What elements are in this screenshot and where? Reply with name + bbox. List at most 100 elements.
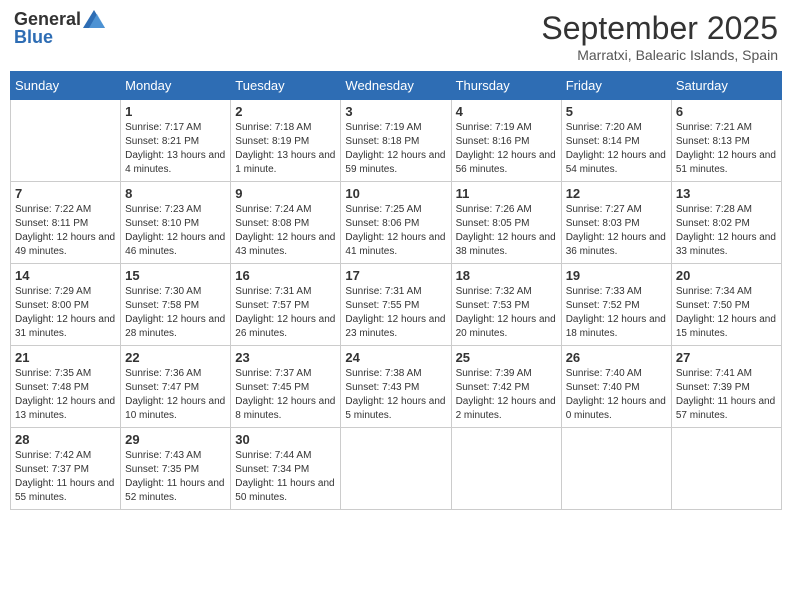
day-number: 13: [676, 186, 777, 201]
calendar-cell: 12Sunrise: 7:27 AMSunset: 8:03 PMDayligh…: [561, 182, 671, 264]
day-info: Sunrise: 7:22 AMSunset: 8:11 PMDaylight:…: [15, 203, 116, 259]
day-info: Sunrise: 7:21 AMSunset: 8:13 PMDaylight:…: [676, 121, 777, 177]
calendar-cell: 14 Sunrise: 7:29 AMSunset: 8:00 PMDayligh…: [11, 264, 121, 346]
calendar-cell: [561, 428, 671, 510]
day-number: 22: [125, 350, 226, 365]
day-info: Sunrise: 7:42 AMSunset: 7:37 PMDaylight:…: [15, 449, 116, 505]
calendar-cell: [341, 428, 451, 510]
day-info: Sunrise: 7:25 AMSunset: 8:06 PMDaylight:…: [345, 203, 446, 259]
weekday-header: Thursday: [451, 72, 561, 100]
calendar-week-row: 7 Sunrise: 7:22 AMSunset: 8:11 PMDaylight…: [11, 182, 782, 264]
day-number: 1: [125, 104, 226, 119]
day-info: Sunrise: 7:43 AMSunset: 7:35 PMDaylight:…: [125, 449, 226, 505]
calendar-cell: 25 Sunrise: 7:39 AMSunset: 7:42 PMDayligh…: [451, 346, 561, 428]
location-subtitle: Marratxi, Balearic Islands, Spain: [541, 47, 778, 63]
day-number: 26: [566, 350, 667, 365]
day-number: 19: [566, 268, 667, 283]
calendar-cell: 26Sunrise: 7:40 AMSunset: 7:40 PMDayligh…: [561, 346, 671, 428]
day-info: Sunrise: 7:23 AMSunset: 8:10 PMDaylight:…: [125, 203, 226, 259]
calendar-cell: 4 Sunrise: 7:19 AMSunset: 8:16 PMDaylight…: [451, 100, 561, 182]
calendar-table: SundayMondayTuesdayWednesdayThursdayFrid…: [10, 71, 782, 510]
day-info: Sunrise: 7:33 AMSunset: 7:52 PMDaylight:…: [566, 285, 667, 341]
calendar-cell: [671, 428, 781, 510]
calendar-cell: [11, 100, 121, 182]
day-info: Sunrise: 7:36 AMSunset: 7:47 PMDaylight:…: [125, 367, 226, 423]
calendar-cell: 1 Sunrise: 7:17 AMSunset: 8:21 PMDaylight…: [121, 100, 231, 182]
calendar-week-row: 14 Sunrise: 7:29 AMSunset: 8:00 PMDayligh…: [11, 264, 782, 346]
day-info: Sunrise: 7:37 AMSunset: 7:45 PMDaylight:…: [235, 367, 336, 423]
calendar-cell: 30 Sunrise: 7:44 AMSunset: 7:34 PMDayligh…: [231, 428, 341, 510]
calendar-cell: 10Sunrise: 7:25 AMSunset: 8:06 PMDayligh…: [341, 182, 451, 264]
weekday-header: Saturday: [671, 72, 781, 100]
calendar-cell: 18 Sunrise: 7:32 AMSunset: 7:53 PMDayligh…: [451, 264, 561, 346]
day-number: 6: [676, 104, 777, 119]
day-number: 23: [235, 350, 336, 365]
day-info: Sunrise: 7:24 AMSunset: 8:08 PMDaylight:…: [235, 203, 336, 259]
day-number: 7: [15, 186, 116, 201]
day-info: Sunrise: 7:38 AMSunset: 7:43 PMDaylight:…: [345, 367, 446, 423]
day-number: 4: [456, 104, 557, 119]
logo: General Blue: [14, 10, 105, 48]
day-info: Sunrise: 7:26 AMSunset: 8:05 PMDaylight:…: [456, 203, 557, 259]
day-number: 27: [676, 350, 777, 365]
calendar-cell: 20 Sunrise: 7:34 AMSunset: 7:50 PMDayligh…: [671, 264, 781, 346]
day-number: 21: [15, 350, 116, 365]
day-info: Sunrise: 7:28 AMSunset: 8:02 PMDaylight:…: [676, 203, 777, 259]
calendar-week-row: 21Sunrise: 7:35 AMSunset: 7:48 PMDayligh…: [11, 346, 782, 428]
calendar-cell: 28 Sunrise: 7:42 AMSunset: 7:37 PMDayligh…: [11, 428, 121, 510]
logo-blue: Blue: [14, 28, 105, 48]
day-number: 25: [456, 350, 557, 365]
day-number: 28: [15, 432, 116, 447]
day-info: Sunrise: 7:18 AMSunset: 8:19 PMDaylight:…: [235, 121, 336, 177]
day-number: 15: [125, 268, 226, 283]
weekday-header: Wednesday: [341, 72, 451, 100]
weekday-header: Monday: [121, 72, 231, 100]
calendar-cell: 13 Sunrise: 7:28 AMSunset: 8:02 PMDayligh…: [671, 182, 781, 264]
day-number: 5: [566, 104, 667, 119]
calendar-cell: 9 Sunrise: 7:24 AMSunset: 8:08 PMDaylight…: [231, 182, 341, 264]
weekday-header-row: SundayMondayTuesdayWednesdayThursdayFrid…: [11, 72, 782, 100]
day-info: Sunrise: 7:19 AMSunset: 8:16 PMDaylight:…: [456, 121, 557, 177]
day-info: Sunrise: 7:39 AMSunset: 7:42 PMDaylight:…: [456, 367, 557, 423]
day-number: 12: [566, 186, 667, 201]
calendar-cell: 11 Sunrise: 7:26 AMSunset: 8:05 PMDayligh…: [451, 182, 561, 264]
day-number: 11: [456, 186, 557, 201]
day-number: 2: [235, 104, 336, 119]
day-number: 9: [235, 186, 336, 201]
day-info: Sunrise: 7:41 AMSunset: 7:39 PMDaylight:…: [676, 367, 777, 423]
calendar-week-row: 28 Sunrise: 7:42 AMSunset: 7:37 PMDayligh…: [11, 428, 782, 510]
day-info: Sunrise: 7:29 AMSunset: 8:00 PMDaylight:…: [15, 285, 116, 341]
calendar-cell: 6 Sunrise: 7:21 AMSunset: 8:13 PMDaylight…: [671, 100, 781, 182]
page-header: General Blue September 2025 Marratxi, Ba…: [10, 10, 782, 63]
calendar-cell: 27 Sunrise: 7:41 AMSunset: 7:39 PMDayligh…: [671, 346, 781, 428]
calendar-cell: 17Sunrise: 7:31 AMSunset: 7:55 PMDayligh…: [341, 264, 451, 346]
calendar-cell: 24Sunrise: 7:38 AMSunset: 7:43 PMDayligh…: [341, 346, 451, 428]
day-info: Sunrise: 7:20 AMSunset: 8:14 PMDaylight:…: [566, 121, 667, 177]
calendar-cell: 5 Sunrise: 7:20 AMSunset: 8:14 PMDaylight…: [561, 100, 671, 182]
day-info: Sunrise: 7:30 AMSunset: 7:58 PMDaylight:…: [125, 285, 226, 341]
logo-icon: [83, 10, 105, 28]
day-number: 29: [125, 432, 226, 447]
day-number: 20: [676, 268, 777, 283]
calendar-week-row: 1 Sunrise: 7:17 AMSunset: 8:21 PMDaylight…: [11, 100, 782, 182]
day-info: Sunrise: 7:19 AMSunset: 8:18 PMDaylight:…: [345, 121, 446, 177]
calendar-cell: 16Sunrise: 7:31 AMSunset: 7:57 PMDayligh…: [231, 264, 341, 346]
calendar-cell: [451, 428, 561, 510]
day-number: 8: [125, 186, 226, 201]
day-number: 16: [235, 268, 336, 283]
calendar-cell: 29 Sunrise: 7:43 AMSunset: 7:35 PMDayligh…: [121, 428, 231, 510]
day-info: Sunrise: 7:44 AMSunset: 7:34 PMDaylight:…: [235, 449, 336, 505]
calendar-cell: 7 Sunrise: 7:22 AMSunset: 8:11 PMDaylight…: [11, 182, 121, 264]
day-number: 3: [345, 104, 446, 119]
calendar-cell: 22 Sunrise: 7:36 AMSunset: 7:47 PMDayligh…: [121, 346, 231, 428]
day-number: 30: [235, 432, 336, 447]
day-info: Sunrise: 7:32 AMSunset: 7:53 PMDaylight:…: [456, 285, 557, 341]
day-info: Sunrise: 7:34 AMSunset: 7:50 PMDaylight:…: [676, 285, 777, 341]
calendar-cell: 15 Sunrise: 7:30 AMSunset: 7:58 PMDayligh…: [121, 264, 231, 346]
weekday-header: Sunday: [11, 72, 121, 100]
day-number: 18: [456, 268, 557, 283]
day-number: 14: [15, 268, 116, 283]
calendar-cell: 2 Sunrise: 7:18 AMSunset: 8:19 PMDaylight…: [231, 100, 341, 182]
day-info: Sunrise: 7:17 AMSunset: 8:21 PMDaylight:…: [125, 121, 226, 177]
day-info: Sunrise: 7:31 AMSunset: 7:55 PMDaylight:…: [345, 285, 446, 341]
